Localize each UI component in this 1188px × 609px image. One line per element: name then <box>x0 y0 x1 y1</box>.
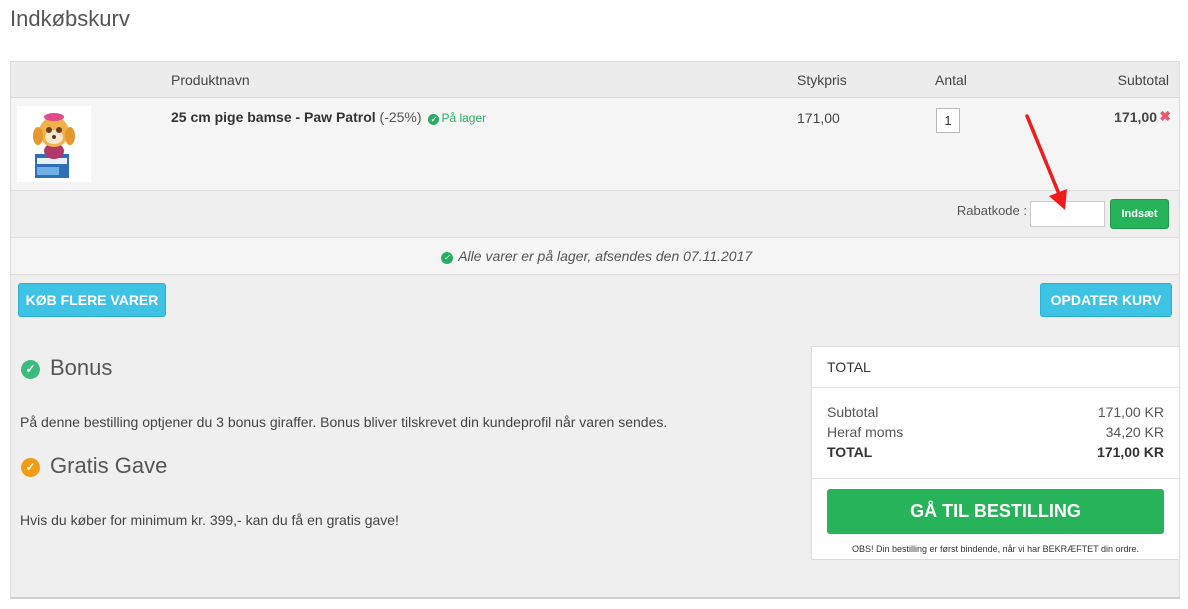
gift-text: Hvis du køber for minimum kr. 399,- kan … <box>20 512 399 528</box>
total-label: Heraf moms <box>827 424 904 440</box>
stock-status: På lager <box>441 111 487 125</box>
product-name-cell: 25 cm pige bamse - Paw Patrol (-25%) ✓ På… <box>171 109 486 125</box>
bonus-text: På denne bestilling optjener du 3 bonus … <box>20 414 668 430</box>
total-value: 34,20 KR <box>1105 424 1164 440</box>
header-product: Produktnavn <box>171 72 250 88</box>
page-title: Indkøbskurv <box>10 6 130 31</box>
header-quantity: Antal <box>935 72 967 88</box>
item-subtotal: 171,00 <box>1114 109 1157 125</box>
header-unit-price: Stykpris <box>797 72 847 88</box>
coupon-apply-button[interactable]: Indsæt <box>1110 199 1169 229</box>
header-subtotal: Subtotal <box>1117 72 1169 88</box>
stock-notice-row: ✓ Alle varer er på lager, afsendes den 0… <box>11 238 1179 275</box>
total-value: 171,00 KR <box>1097 404 1164 420</box>
total-label: TOTAL <box>827 444 873 460</box>
buy-more-button[interactable]: KØB FLERE VARER <box>18 283 166 317</box>
total-heading: TOTAL <box>812 347 1179 388</box>
divider <box>812 478 1179 479</box>
total-value: 171,00 KR <box>1097 444 1164 460</box>
quantity-input[interactable]: 1 <box>936 108 960 133</box>
cart-panel: Produktnavn Stykpris Antal Subtotal 25 c… <box>10 61 1180 599</box>
unit-price: 171,00 <box>797 110 840 126</box>
table-header: Produktnavn Stykpris Antal Subtotal <box>11 62 1179 98</box>
checkout-button[interactable]: GÅ TIL BESTILLING <box>827 489 1164 534</box>
product-name[interactable]: 25 cm pige bamse - Paw Patrol <box>171 109 376 125</box>
bonus-heading: ✓ Bonus <box>21 355 112 381</box>
update-cart-button[interactable]: OPDATER KURV <box>1040 283 1172 317</box>
bonus-title: Bonus <box>50 355 113 380</box>
check-circle-icon: ✓ <box>440 252 453 264</box>
stock-notice: Alle varer er på lager, afsendes den 07.… <box>458 248 753 264</box>
total-label: Subtotal <box>827 404 879 420</box>
check-circle-icon: ✓ <box>21 458 40 477</box>
product-image[interactable] <box>17 106 91 182</box>
order-note: OBS! Din bestilling er først bindende, n… <box>852 544 1139 554</box>
table-row: 25 cm pige bamse - Paw Patrol (-25%) ✓ På… <box>11 98 1179 191</box>
coupon-row: Rabatkode : Indsæt <box>11 191 1179 238</box>
gift-heading: ✓ Gratis Gave <box>21 453 167 479</box>
check-circle-icon: ✓ <box>21 360 40 379</box>
product-discount: (-25%) <box>379 109 422 125</box>
close-icon[interactable]: ✖ <box>1159 108 1171 125</box>
total-card: TOTAL Subtotal 171,00 KR Heraf moms 34,2… <box>811 346 1180 560</box>
red-arrow-annotation <box>1025 114 1067 210</box>
gift-title: Gratis Gave <box>50 453 168 478</box>
check-circle-icon: ✓ <box>428 114 440 125</box>
